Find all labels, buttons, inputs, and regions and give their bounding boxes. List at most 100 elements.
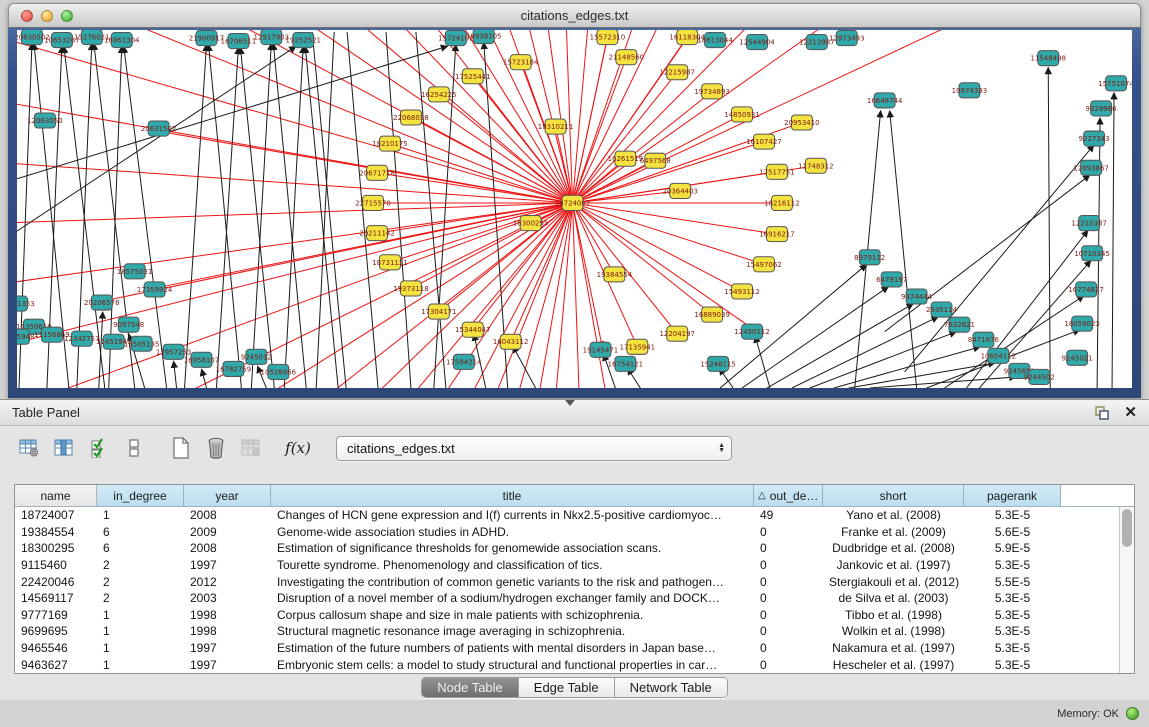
network-node[interactable]: 18216112 xyxy=(764,195,799,210)
network-node[interactable]: 16889039 xyxy=(694,307,729,322)
network-node[interactable]: 18613044 xyxy=(697,33,733,48)
tab-node-table[interactable]: Node Table xyxy=(422,678,519,697)
network-node[interactable]: 10974393 xyxy=(952,83,987,98)
network-node[interactable]: 16107427 xyxy=(746,134,781,149)
network-node[interactable]: 13505135 xyxy=(124,336,159,351)
network-node[interactable]: 20953410 xyxy=(784,115,819,130)
network-node[interactable]: 16254225 xyxy=(421,87,456,102)
network-node[interactable]: 12210387 xyxy=(1071,216,1106,231)
network-node[interactable]: 22715570 xyxy=(355,195,390,210)
network-node[interactable]: 15751074 xyxy=(1098,76,1132,91)
table-row[interactable]: 1938455462009Genome-wide association stu… xyxy=(15,524,1134,541)
scrollbar-thumb[interactable] xyxy=(1122,509,1132,547)
change-table-mode-button[interactable] xyxy=(16,435,42,461)
network-node[interactable]: 16782759 xyxy=(216,361,251,376)
column-header-short[interactable]: short xyxy=(823,485,964,506)
network-node[interactable]: 18210175 xyxy=(372,136,407,151)
network-node[interactable]: 10528966 xyxy=(261,364,297,379)
network-node[interactable]: 20364403 xyxy=(662,183,697,198)
network-node[interactable]: 15497062 xyxy=(746,257,781,272)
table-row[interactable]: 2242004622012Investigating the contribut… xyxy=(15,573,1134,590)
tab-edge-table[interactable]: Edge Table xyxy=(519,678,615,697)
network-node[interactable]: 15248115 xyxy=(700,356,735,371)
network-node[interactable]: 17304171 xyxy=(421,304,456,319)
network-node[interactable]: 12204197 xyxy=(659,326,694,341)
network-window-titlebar[interactable]: citations_edges.txt xyxy=(8,3,1141,28)
network-node[interactable]: 8471676 xyxy=(968,332,1000,347)
network-nodes[interactable]: 1872400715723184175254411625422522068038… xyxy=(17,30,1132,384)
network-node[interactable]: 9245012 xyxy=(241,349,272,364)
network-node[interactable]: 20206576 xyxy=(84,295,120,310)
function-builder-button[interactable]: f(x) xyxy=(285,435,311,461)
network-node[interactable]: 10710345 xyxy=(1074,246,1109,261)
close-window-button[interactable] xyxy=(21,10,33,22)
network-node[interactable]: 6479197 xyxy=(876,272,907,287)
network-node[interactable]: 19373118 xyxy=(393,281,428,296)
network-node[interactable]: 9474444 xyxy=(901,289,933,304)
network-node[interactable]: 19051353 xyxy=(17,296,35,311)
network-node[interactable]: 18861304 xyxy=(104,33,140,48)
network-node[interactable]: 9245021 xyxy=(1062,350,1093,365)
column-header-out_de[interactable]: △out_de… xyxy=(754,485,823,506)
table-row[interactable]: 969969511998Structural magnetic resonanc… xyxy=(15,623,1134,640)
table-row[interactable]: 1872400712008Changes of HCN gene express… xyxy=(15,507,1134,524)
network-node[interactable]: 18575031 xyxy=(117,264,152,279)
network-node[interactable]: 8979112 xyxy=(854,250,885,265)
table-row[interactable]: 1830029562008Estimation of significance … xyxy=(15,540,1134,557)
splitter-handle-icon[interactable] xyxy=(565,400,575,406)
column-header-in_degree[interactable]: in_degree xyxy=(97,485,184,506)
network-node[interactable]: 12917903 xyxy=(254,30,289,45)
network-node[interactable]: 17359924 xyxy=(137,282,173,297)
network-node[interactable]: 9329966 xyxy=(1086,101,1118,116)
vertical-scrollbar[interactable] xyxy=(1119,507,1134,673)
network-node[interactable]: 12544904 xyxy=(739,35,775,50)
show-columns-button[interactable] xyxy=(51,435,77,461)
network-node[interactable]: 14850931 xyxy=(724,107,759,122)
memory-status-indicator[interactable] xyxy=(1126,707,1139,720)
network-node[interactable]: 20671718 xyxy=(359,165,394,180)
network-node[interactable]: 16706511 xyxy=(221,34,256,49)
network-node[interactable]: 15572310 xyxy=(590,30,625,45)
network-node[interactable]: 9097548 xyxy=(113,317,144,332)
column-header-name[interactable]: name xyxy=(15,485,97,506)
delete-table-button[interactable] xyxy=(238,435,264,461)
network-node[interactable]: 17594214 xyxy=(446,354,482,369)
network-table-select[interactable]: citations_edges.txt ▲▼ xyxy=(336,436,732,461)
network-node[interactable]: 11548498 xyxy=(1030,51,1065,66)
tab-network-table[interactable]: Network Table xyxy=(615,678,727,697)
network-node[interactable]: 19145471 xyxy=(583,342,618,357)
delete-columns-button[interactable] xyxy=(203,435,229,461)
network-node[interactable]: 17517751 xyxy=(759,164,794,179)
network-node[interactable]: 18310211 xyxy=(538,119,573,134)
network-node[interactable]: 19252521 xyxy=(285,33,320,48)
deselect-all-rows-button[interactable] xyxy=(121,435,147,461)
table-row[interactable]: 977716911998Corpus callosum shape and si… xyxy=(15,607,1134,624)
table-row[interactable]: 946362711997Embryonic stem cells: a mode… xyxy=(15,656,1134,673)
column-header-year[interactable]: year xyxy=(184,485,271,506)
network-node[interactable]: 16043112 xyxy=(493,334,528,349)
network-node[interactable]: 16754121 xyxy=(608,356,643,371)
network-node[interactable]: 17135941 xyxy=(620,339,655,354)
network-node[interactable]: 18724007 xyxy=(555,195,590,210)
network-node[interactable]: 18059023 xyxy=(1064,316,1099,331)
network-node[interactable]: 16916217 xyxy=(759,227,794,242)
network-node[interactable]: 16958107 xyxy=(184,352,219,367)
network-node[interactable]: 19734893 xyxy=(694,84,729,99)
network-node[interactable]: 16648744 xyxy=(867,93,903,108)
create-column-button[interactable] xyxy=(168,435,194,461)
table-row[interactable]: 911546021997Tourette syndrome. Phenomeno… xyxy=(15,557,1134,574)
network-canvas[interactable]: 1872400715723184175254411625422522068038… xyxy=(17,30,1132,388)
network-node[interactable]: 9227343 xyxy=(1079,131,1110,146)
network-node[interactable]: 11748312 xyxy=(798,158,833,173)
network-node[interactable]: 12215987 xyxy=(659,65,694,80)
network-node[interactable]: 12063050 xyxy=(27,113,62,128)
network-node[interactable]: 17525441 xyxy=(455,69,490,84)
select-all-rows-button[interactable] xyxy=(86,435,112,461)
network-node[interactable]: 3915948 xyxy=(17,329,35,344)
close-panel-icon[interactable]: ✕ xyxy=(1124,405,1137,420)
column-header-pagerank[interactable]: pagerank xyxy=(964,485,1061,506)
table-row[interactable]: 946554611997Estimation of the future num… xyxy=(15,640,1134,657)
zoom-window-button[interactable] xyxy=(61,10,73,22)
network-node[interactable]: 12342757 xyxy=(64,331,99,346)
network-node[interactable]: 18300295 xyxy=(513,216,548,231)
